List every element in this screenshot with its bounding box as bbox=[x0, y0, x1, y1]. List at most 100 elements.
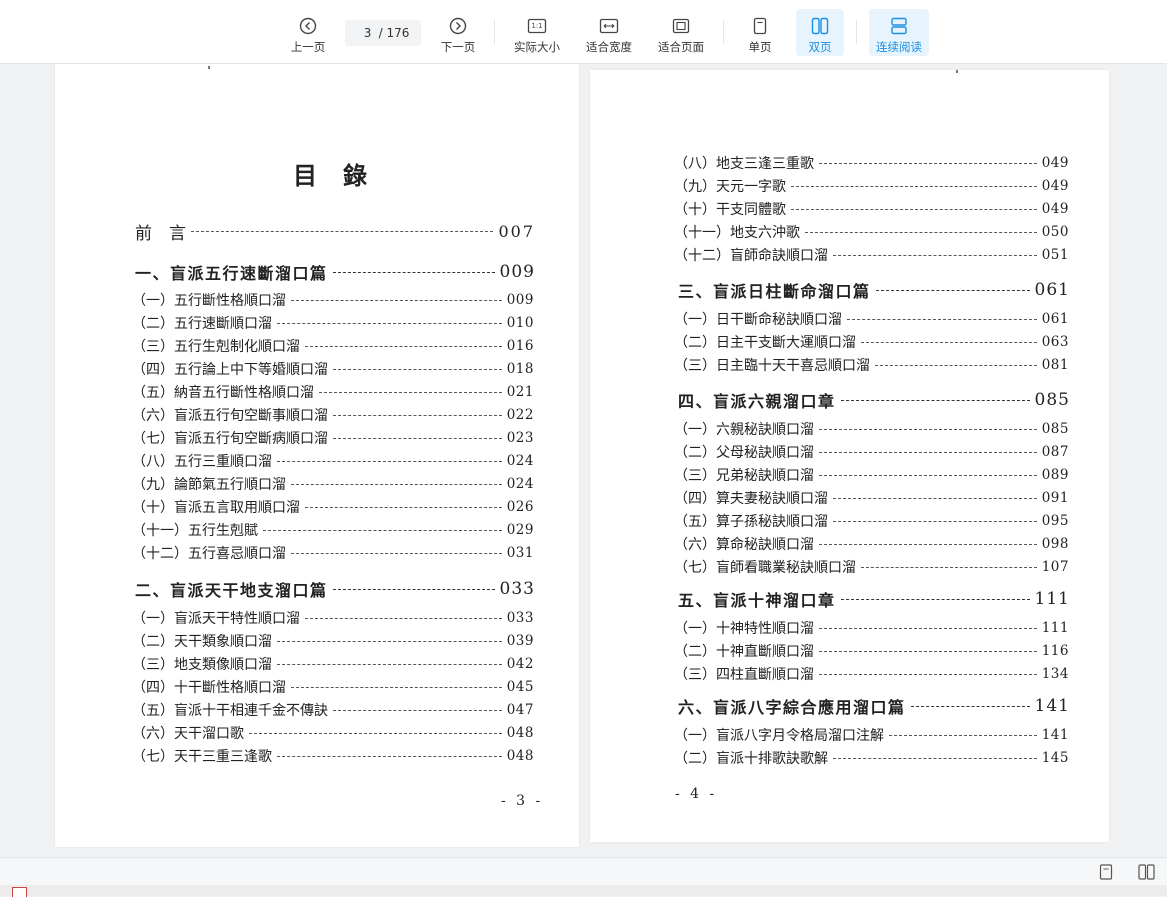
prev-page-button[interactable]: 上一页 bbox=[284, 9, 332, 56]
toc-section-row[interactable]: 三、盲派日柱斷命溜口篇 061 bbox=[678, 279, 1070, 301]
toc-label: （十二）五行喜忌順口溜 bbox=[132, 546, 286, 562]
toc-item-row[interactable]: （十）盲派五言取用順口溜 026 bbox=[132, 498, 534, 516]
document-viewer[interactable]: 目錄 前 言 007 一、盲派五行速斷溜口篇 009 （一）五行斷性格順口溜 00… bbox=[0, 64, 1167, 857]
toc-page-number: 048 bbox=[506, 725, 534, 741]
leader-dots bbox=[277, 663, 502, 665]
toc-item-row[interactable]: （一）六親秘訣順口溜 085 bbox=[674, 420, 1069, 438]
toc-item-row[interactable]: （五）算子孫秘訣順口溜 095 bbox=[674, 512, 1069, 530]
toc-title: 目錄 bbox=[293, 162, 393, 190]
toc-item-row[interactable]: （二）日主干支斷大運順口溜 063 bbox=[674, 333, 1069, 351]
toc-item-row[interactable]: （七）盲師看職業秘訣順口溜 107 bbox=[674, 558, 1069, 576]
toc-page-number: 085 bbox=[1034, 390, 1070, 410]
page-number-input[interactable] bbox=[356, 26, 379, 40]
toc-page-number: 009 bbox=[499, 262, 535, 282]
toc-item-row[interactable]: （三）四柱直斷順口溜 134 bbox=[674, 665, 1069, 683]
toc-item-row[interactable]: （二）五行速斷順口溜 010 bbox=[132, 314, 534, 332]
toc-page-number: 047 bbox=[506, 702, 534, 718]
toc-page-number: 022 bbox=[506, 407, 534, 423]
toc-section-row[interactable]: 六、盲派八字綜合應用溜口篇 141 bbox=[678, 695, 1070, 717]
toc-item-row[interactable]: （三）兄弟秘訣順口溜 089 bbox=[674, 466, 1069, 484]
page-total: / 176 bbox=[378, 26, 410, 40]
leader-dots bbox=[819, 428, 1037, 430]
toc-item-row[interactable]: （四）算夫妻秘訣順口溜 091 bbox=[674, 489, 1069, 507]
double-page-view-button[interactable] bbox=[1135, 862, 1157, 882]
toc-section-row[interactable]: 二、盲派天干地支溜口篇 033 bbox=[135, 578, 535, 600]
leader-dots bbox=[332, 588, 495, 590]
continuous-reading-icon bbox=[890, 15, 908, 37]
toolbar-divider bbox=[494, 20, 495, 44]
continuous-reading-label: 连续阅读 bbox=[876, 40, 922, 54]
toc-label: （二）五行速斷順口溜 bbox=[132, 316, 272, 332]
toc-item-row[interactable]: （三）五行生剋制化順口溜 016 bbox=[132, 337, 534, 355]
toc-item-row[interactable]: （九）天元一字歌 049 bbox=[674, 177, 1069, 195]
toc-item-row[interactable]: （十二）五行喜忌順口溜 031 bbox=[132, 544, 534, 562]
toolbar-divider bbox=[856, 20, 857, 44]
toc-item-row[interactable]: （二）十神直斷順口溜 116 bbox=[674, 642, 1069, 660]
toc-page-number: 026 bbox=[506, 499, 534, 515]
toc-page-number: 116 bbox=[1041, 643, 1069, 659]
toc-item-row[interactable]: （十一）地支六沖歌 050 bbox=[674, 223, 1069, 241]
toc-item-row[interactable]: （四）十干斷性格順口溜 045 bbox=[132, 678, 534, 696]
single-page-button[interactable]: 单页 bbox=[741, 9, 779, 56]
fit-page-button[interactable]: 适合页面 bbox=[653, 9, 709, 56]
toc-section-row[interactable]: 四、盲派六親溜口章 085 bbox=[678, 389, 1070, 411]
toc-item-row[interactable]: （五）盲派十干相連千金不傳訣 047 bbox=[132, 701, 534, 719]
toc-item-row[interactable]: （三）地支類像順口溜 042 bbox=[132, 655, 534, 673]
toc-preface-row[interactable]: 前 言 007 bbox=[135, 220, 535, 244]
leader-dots bbox=[875, 289, 1030, 291]
status-bar bbox=[0, 857, 1167, 886]
toc-item-row[interactable]: （八）地支三逢三重歌 049 bbox=[674, 154, 1069, 172]
toc-item-row[interactable]: （十二）盲師命訣順口溜 051 bbox=[674, 246, 1069, 264]
leader-dots bbox=[833, 254, 1037, 256]
toc-item-row[interactable]: （二）天干類象順口溜 039 bbox=[132, 632, 534, 650]
toc-item-row[interactable]: （一）盲派天干特性順口溜 033 bbox=[132, 609, 534, 627]
double-page-button[interactable]: 双页 bbox=[796, 9, 844, 56]
toc-item-row[interactable]: （二）父母秘訣順口溜 087 bbox=[674, 443, 1069, 461]
toc-item-row[interactable]: （一）日干斷命秘訣順口溜 061 bbox=[674, 310, 1069, 328]
actual-size-button[interactable]: 1:1 实际大小 bbox=[508, 9, 566, 56]
single-page-view-button[interactable] bbox=[1095, 862, 1117, 882]
toc-item-row[interactable]: （一）十神特性順口溜 111 bbox=[674, 619, 1069, 637]
toc-section-row[interactable]: 五、盲派十神溜口章 111 bbox=[678, 588, 1070, 610]
toc-label: （九）論節氣五行順口溜 bbox=[132, 477, 286, 493]
double-page-label: 双页 bbox=[808, 40, 832, 54]
toc-item-row[interactable]: （七）天干三重三逢歌 048 bbox=[132, 747, 534, 765]
toc-page-number: 061 bbox=[1034, 280, 1070, 300]
toc-item-row[interactable]: （六）天干溜口歌 048 bbox=[132, 724, 534, 742]
toc-item-row[interactable]: （九）論節氣五行順口溜 024 bbox=[132, 475, 534, 493]
toc-item-row[interactable]: （十一）五行生剋賦 029 bbox=[132, 521, 534, 539]
leader-dots bbox=[819, 673, 1037, 675]
toc-item-row[interactable]: （六）盲派五行旬空斷事順口溜 022 bbox=[132, 406, 534, 424]
toc-item-row[interactable]: （一）五行斷性格順口溜 009 bbox=[132, 291, 534, 309]
toc-page-number: 107 bbox=[1041, 559, 1069, 575]
toc-page-number: 048 bbox=[506, 748, 534, 764]
toc-item-row[interactable]: （二）盲派十排歌訣歌解 145 bbox=[674, 749, 1069, 767]
toc-label: （十一）五行生剋賦 bbox=[132, 523, 258, 539]
next-page-button[interactable]: 下一页 bbox=[434, 9, 482, 56]
fit-width-button[interactable]: 适合宽度 bbox=[582, 9, 636, 56]
toc-item-row[interactable]: （六）算命秘訣順口溜 098 bbox=[674, 535, 1069, 553]
toc-item-row[interactable]: （四）五行論上中下等婚順口溜 018 bbox=[132, 360, 534, 378]
toc-page-number: 007 bbox=[498, 221, 535, 241]
toc-section-title: 四、盲派六親溜口章 bbox=[678, 392, 836, 411]
toc-section-row[interactable]: 一、盲派五行速斷溜口篇 009 bbox=[135, 261, 535, 283]
toc-page-number: 141 bbox=[1034, 696, 1070, 716]
toc-page-number: 091 bbox=[1041, 490, 1069, 506]
leader-dots bbox=[291, 552, 502, 554]
leader-dots bbox=[305, 345, 502, 347]
toc-page-number: 009 bbox=[506, 292, 534, 308]
chevron-right-circle-icon bbox=[449, 15, 467, 37]
leader-dots bbox=[840, 399, 1030, 401]
toc-section-title: 一、盲派五行速斷溜口篇 bbox=[135, 264, 328, 283]
toc-label: （一）盲派天干特性順口溜 bbox=[132, 611, 300, 627]
leader-dots bbox=[277, 460, 502, 462]
toc-item-row[interactable]: （三）日主臨十天干喜忌順口溜 081 bbox=[674, 356, 1069, 374]
prev-page-label: 上一页 bbox=[290, 40, 326, 54]
toc-item-row[interactable]: （一）盲派八字月令格局溜口注解 141 bbox=[674, 726, 1069, 744]
continuous-reading-button[interactable]: 连续阅读 bbox=[869, 9, 929, 56]
toc-item-row[interactable]: （五）納音五行斷性格順口溜 021 bbox=[132, 383, 534, 401]
toc-item-row[interactable]: （十）干支同體歌 049 bbox=[674, 200, 1069, 218]
toc-item-row[interactable]: （八）五行三重順口溜 024 bbox=[132, 452, 534, 470]
toc-item-row[interactable]: （七）盲派五行旬空斷病順口溜 023 bbox=[132, 429, 534, 447]
toc-section-title: 三、盲派日柱斷命溜口篇 bbox=[678, 282, 871, 301]
